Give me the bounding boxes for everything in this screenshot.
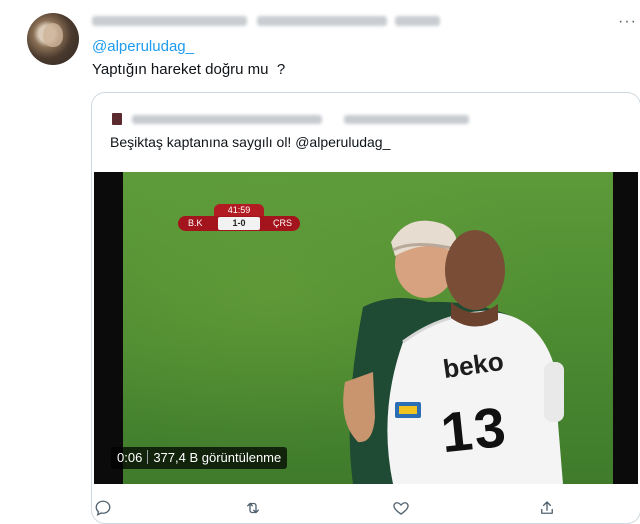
tweet-text: Yaptığın hareket doğru mu ?: [92, 61, 286, 78]
quoted-tweet-text: Beşiktaş kaptanına saygılı ol! @alperulu…: [110, 134, 391, 150]
quoted-avatar: [112, 113, 122, 125]
scorebug: 41:59 B.K 1-0 ÇRS: [178, 204, 300, 234]
more-options-icon[interactable]: ···: [618, 13, 637, 31]
share-icon[interactable]: [536, 498, 558, 518]
tweet-header-blurred: [92, 8, 612, 34]
away-team: ÇRS: [272, 218, 292, 228]
video-player[interactable]: 41:59 B.K 1-0 ÇRS beko 13 0:06 377,4 B g…: [94, 172, 638, 484]
avatar[interactable]: [27, 13, 79, 65]
quoted-header-blurred-2: [344, 115, 469, 124]
jersey-number: 13: [437, 394, 511, 465]
video-duration: 0:06: [117, 450, 143, 465]
retweet-icon[interactable]: [242, 498, 264, 518]
reply-icon[interactable]: [92, 498, 114, 518]
reply-mention[interactable]: @alperuludag_: [92, 38, 194, 55]
video-frame: 41:59 B.K 1-0 ÇRS beko 13: [123, 172, 613, 484]
action-bar: [92, 498, 592, 518]
match-score: 1-0: [218, 217, 260, 230]
view-count: 377,4 B görüntülenme: [153, 450, 282, 465]
tweet[interactable]: ··· @alperuludag_ Yaptığın hareket doğru…: [0, 0, 640, 524]
home-team: B.K: [188, 218, 203, 228]
quoted-header-blurred: [132, 115, 322, 124]
quoted-tweet[interactable]: Beşiktaş kaptanına saygılı ol! @alperulu…: [91, 92, 640, 524]
video-info-badge: 0:06 377,4 B görüntülenme: [111, 447, 288, 469]
like-icon[interactable]: [390, 498, 412, 518]
match-time: 41:59: [214, 204, 264, 216]
